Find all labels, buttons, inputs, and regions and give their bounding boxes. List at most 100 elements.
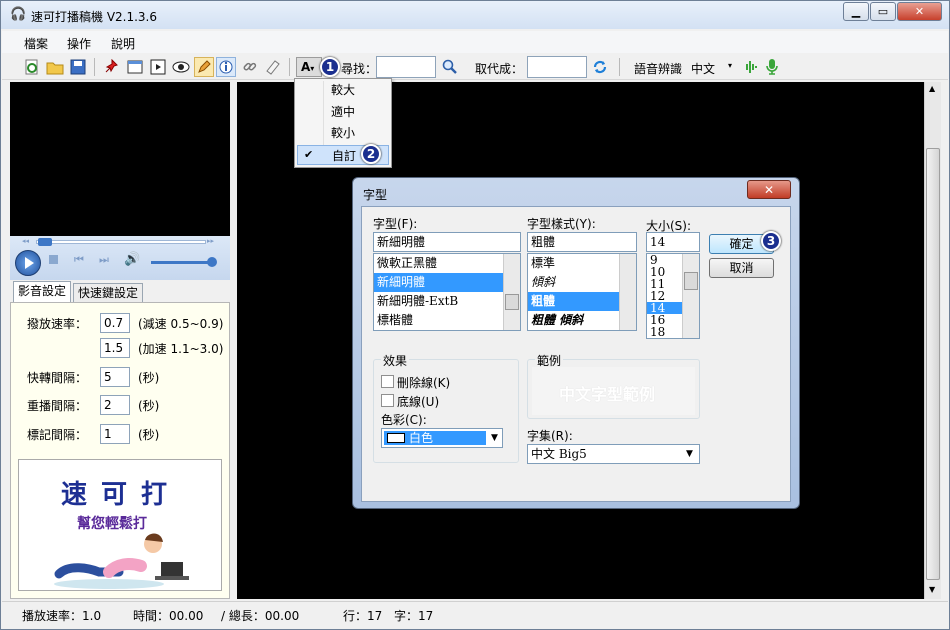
font-list-scrollbar[interactable]: [503, 254, 520, 330]
color-swatch: [387, 433, 405, 443]
open-folder-icon[interactable]: [45, 57, 65, 77]
refresh-doc-icon[interactable]: [22, 57, 42, 77]
pin-icon[interactable]: [102, 57, 122, 77]
minimize-button[interactable]: ▁: [843, 2, 869, 21]
toolbar-separator: [94, 58, 95, 76]
size-list-scrollbar[interactable]: [682, 254, 699, 338]
menu-item-larger[interactable]: 較大: [297, 80, 389, 100]
slow-speed-input[interactable]: 0.7: [100, 313, 130, 333]
replay-interval-input[interactable]: 2: [100, 395, 130, 415]
playback-speed-label: 撥放速率：: [27, 317, 88, 331]
replace-input[interactable]: [527, 56, 587, 78]
cancel-button[interactable]: 取消: [709, 258, 774, 278]
app-logo: 速可打 幫您輕鬆打: [18, 459, 222, 591]
replay-interval-unit: (秒): [138, 399, 160, 413]
dialog-title: 字型: [363, 188, 388, 202]
scroll-thumb[interactable]: [926, 148, 940, 580]
tab-media-settings[interactable]: 影音設定: [13, 281, 72, 303]
volume-bar[interactable]: [151, 261, 213, 264]
video-preview: [10, 82, 230, 236]
replace-label: 取代成：: [475, 62, 524, 76]
color-label: 色彩(C):: [381, 413, 427, 427]
fast-speed-input[interactable]: 1.5: [100, 338, 130, 358]
underline-checkbox[interactable]: [381, 394, 394, 407]
menu-bar: 檔案 操作 說明: [2, 31, 948, 53]
next-icon[interactable]: ⏭: [99, 253, 109, 267]
strikeout-checkbox[interactable]: [381, 375, 394, 388]
window-icon[interactable]: [125, 57, 145, 77]
font-option[interactable]: 標楷體: [374, 311, 520, 330]
font-style-list[interactable]: 標準 傾斜 粗體 粗體 傾斜: [527, 253, 637, 331]
status-speed: 播放速率：1.0: [22, 609, 102, 623]
status-time: 時間：00.00: [133, 609, 204, 623]
status-length: / 總長：00.00: [221, 609, 300, 623]
scroll-up-icon[interactable]: ▲: [929, 84, 935, 93]
skip-interval-input[interactable]: 5: [100, 367, 130, 387]
menu-item-medium[interactable]: 適中: [297, 102, 389, 122]
color-select[interactable]: 白色 ▼: [381, 428, 503, 448]
dialog-close-button[interactable]: ✕: [747, 180, 791, 199]
typing-girl-illustration: [54, 533, 189, 589]
search-icon[interactable]: [440, 57, 460, 77]
charset-select[interactable]: 中文 Big5 ▼: [527, 444, 700, 464]
style-label: 字型樣式(Y):: [527, 217, 596, 231]
menu-operate[interactable]: 操作: [67, 35, 91, 52]
eye-icon[interactable]: [171, 57, 191, 77]
link-icon[interactable]: [240, 57, 260, 77]
play-button[interactable]: [15, 250, 41, 276]
toolbar: A▾ 尋找： 取代成： 語音辨識 中文 ▾: [2, 54, 948, 80]
volume-thumb[interactable]: [207, 257, 217, 267]
menu-help[interactable]: 說明: [111, 35, 135, 52]
font-name-input[interactable]: 新細明體: [373, 232, 521, 252]
sample-text: 中文字型範例: [559, 385, 656, 404]
font-style-input[interactable]: 粗體: [527, 232, 637, 252]
save-icon[interactable]: [68, 57, 88, 77]
info-pen-icon[interactable]: [216, 57, 236, 77]
video-icon[interactable]: [148, 57, 168, 77]
font-a-icon: A: [301, 60, 311, 74]
mark-interval-input[interactable]: 1: [100, 424, 130, 444]
volume-icon[interactable]: 🔊: [124, 252, 140, 267]
effects-label: 效果: [381, 352, 410, 369]
menu-item-smaller[interactable]: 較小: [297, 123, 389, 143]
forward-small-icon[interactable]: ▸▸: [207, 237, 214, 245]
replace-refresh-icon[interactable]: [590, 57, 610, 77]
microphone-icon[interactable]: [762, 57, 782, 77]
chevron-down-icon[interactable]: ▾: [728, 61, 732, 70]
stop-icon[interactable]: [49, 255, 58, 264]
style-list-scrollbar[interactable]: [619, 254, 636, 330]
scroll-down-icon[interactable]: ▼: [929, 585, 935, 594]
eraser-icon[interactable]: [263, 57, 283, 77]
previous-icon[interactable]: ⏮: [74, 253, 84, 267]
seek-thumb[interactable]: [38, 238, 52, 246]
checkmark-icon: ✔: [304, 148, 314, 161]
maximize-button[interactable]: ▭: [870, 2, 896, 21]
font-option[interactable]: 新細明體-ExtB: [374, 292, 520, 311]
tab-hotkey-settings[interactable]: 快速鍵設定: [73, 283, 144, 303]
font-option-selected[interactable]: 新細明體: [374, 273, 520, 292]
toolbar-separator: [289, 58, 290, 76]
app-window: 🎧 速可打播稿機 V2.1.3.6 ▁ ▭ ✕ 檔案 操作 說明 A▾ 尋找： …: [0, 0, 950, 630]
title-bar[interactable]: 🎧 速可打播稿機 V2.1.3.6 ▁ ▭ ✕: [1, 1, 949, 29]
font-size-button[interactable]: A▾: [296, 57, 322, 77]
step-badge-2: 2: [361, 144, 381, 164]
status-char: 字：17: [394, 609, 434, 623]
find-input[interactable]: [376, 56, 436, 78]
font-name-list[interactable]: 微軟正黑體 新細明體 新細明體-ExtB 標楷體: [373, 253, 521, 331]
slow-speed-note: (減速 0.5~0.9): [138, 317, 224, 331]
menu-file[interactable]: 檔案: [24, 35, 48, 52]
rewind-small-icon[interactable]: ◂◂: [22, 237, 29, 245]
font-option[interactable]: 微軟正黑體: [374, 254, 520, 273]
find-label: 尋找：: [341, 62, 378, 76]
font-size-list[interactable]: 9 10 11 12 14 16 18: [646, 253, 700, 339]
waveform-icon[interactable]: [740, 57, 760, 77]
pen-icon[interactable]: [194, 57, 214, 77]
main-scrollbar[interactable]: ▲ ▼: [924, 82, 941, 599]
status-bar: 播放速率：1.0 時間：00.00 / 總長：00.00 行：17 字：17: [2, 601, 948, 627]
speech-language-select[interactable]: 中文: [691, 60, 715, 77]
font-size-input[interactable]: 14: [646, 232, 700, 252]
underline-label: 底線(U): [397, 395, 440, 409]
close-button[interactable]: ✕: [897, 2, 942, 21]
seek-bar[interactable]: [36, 240, 206, 244]
window-title: 速可打播稿機 V2.1.3.6: [31, 10, 158, 24]
